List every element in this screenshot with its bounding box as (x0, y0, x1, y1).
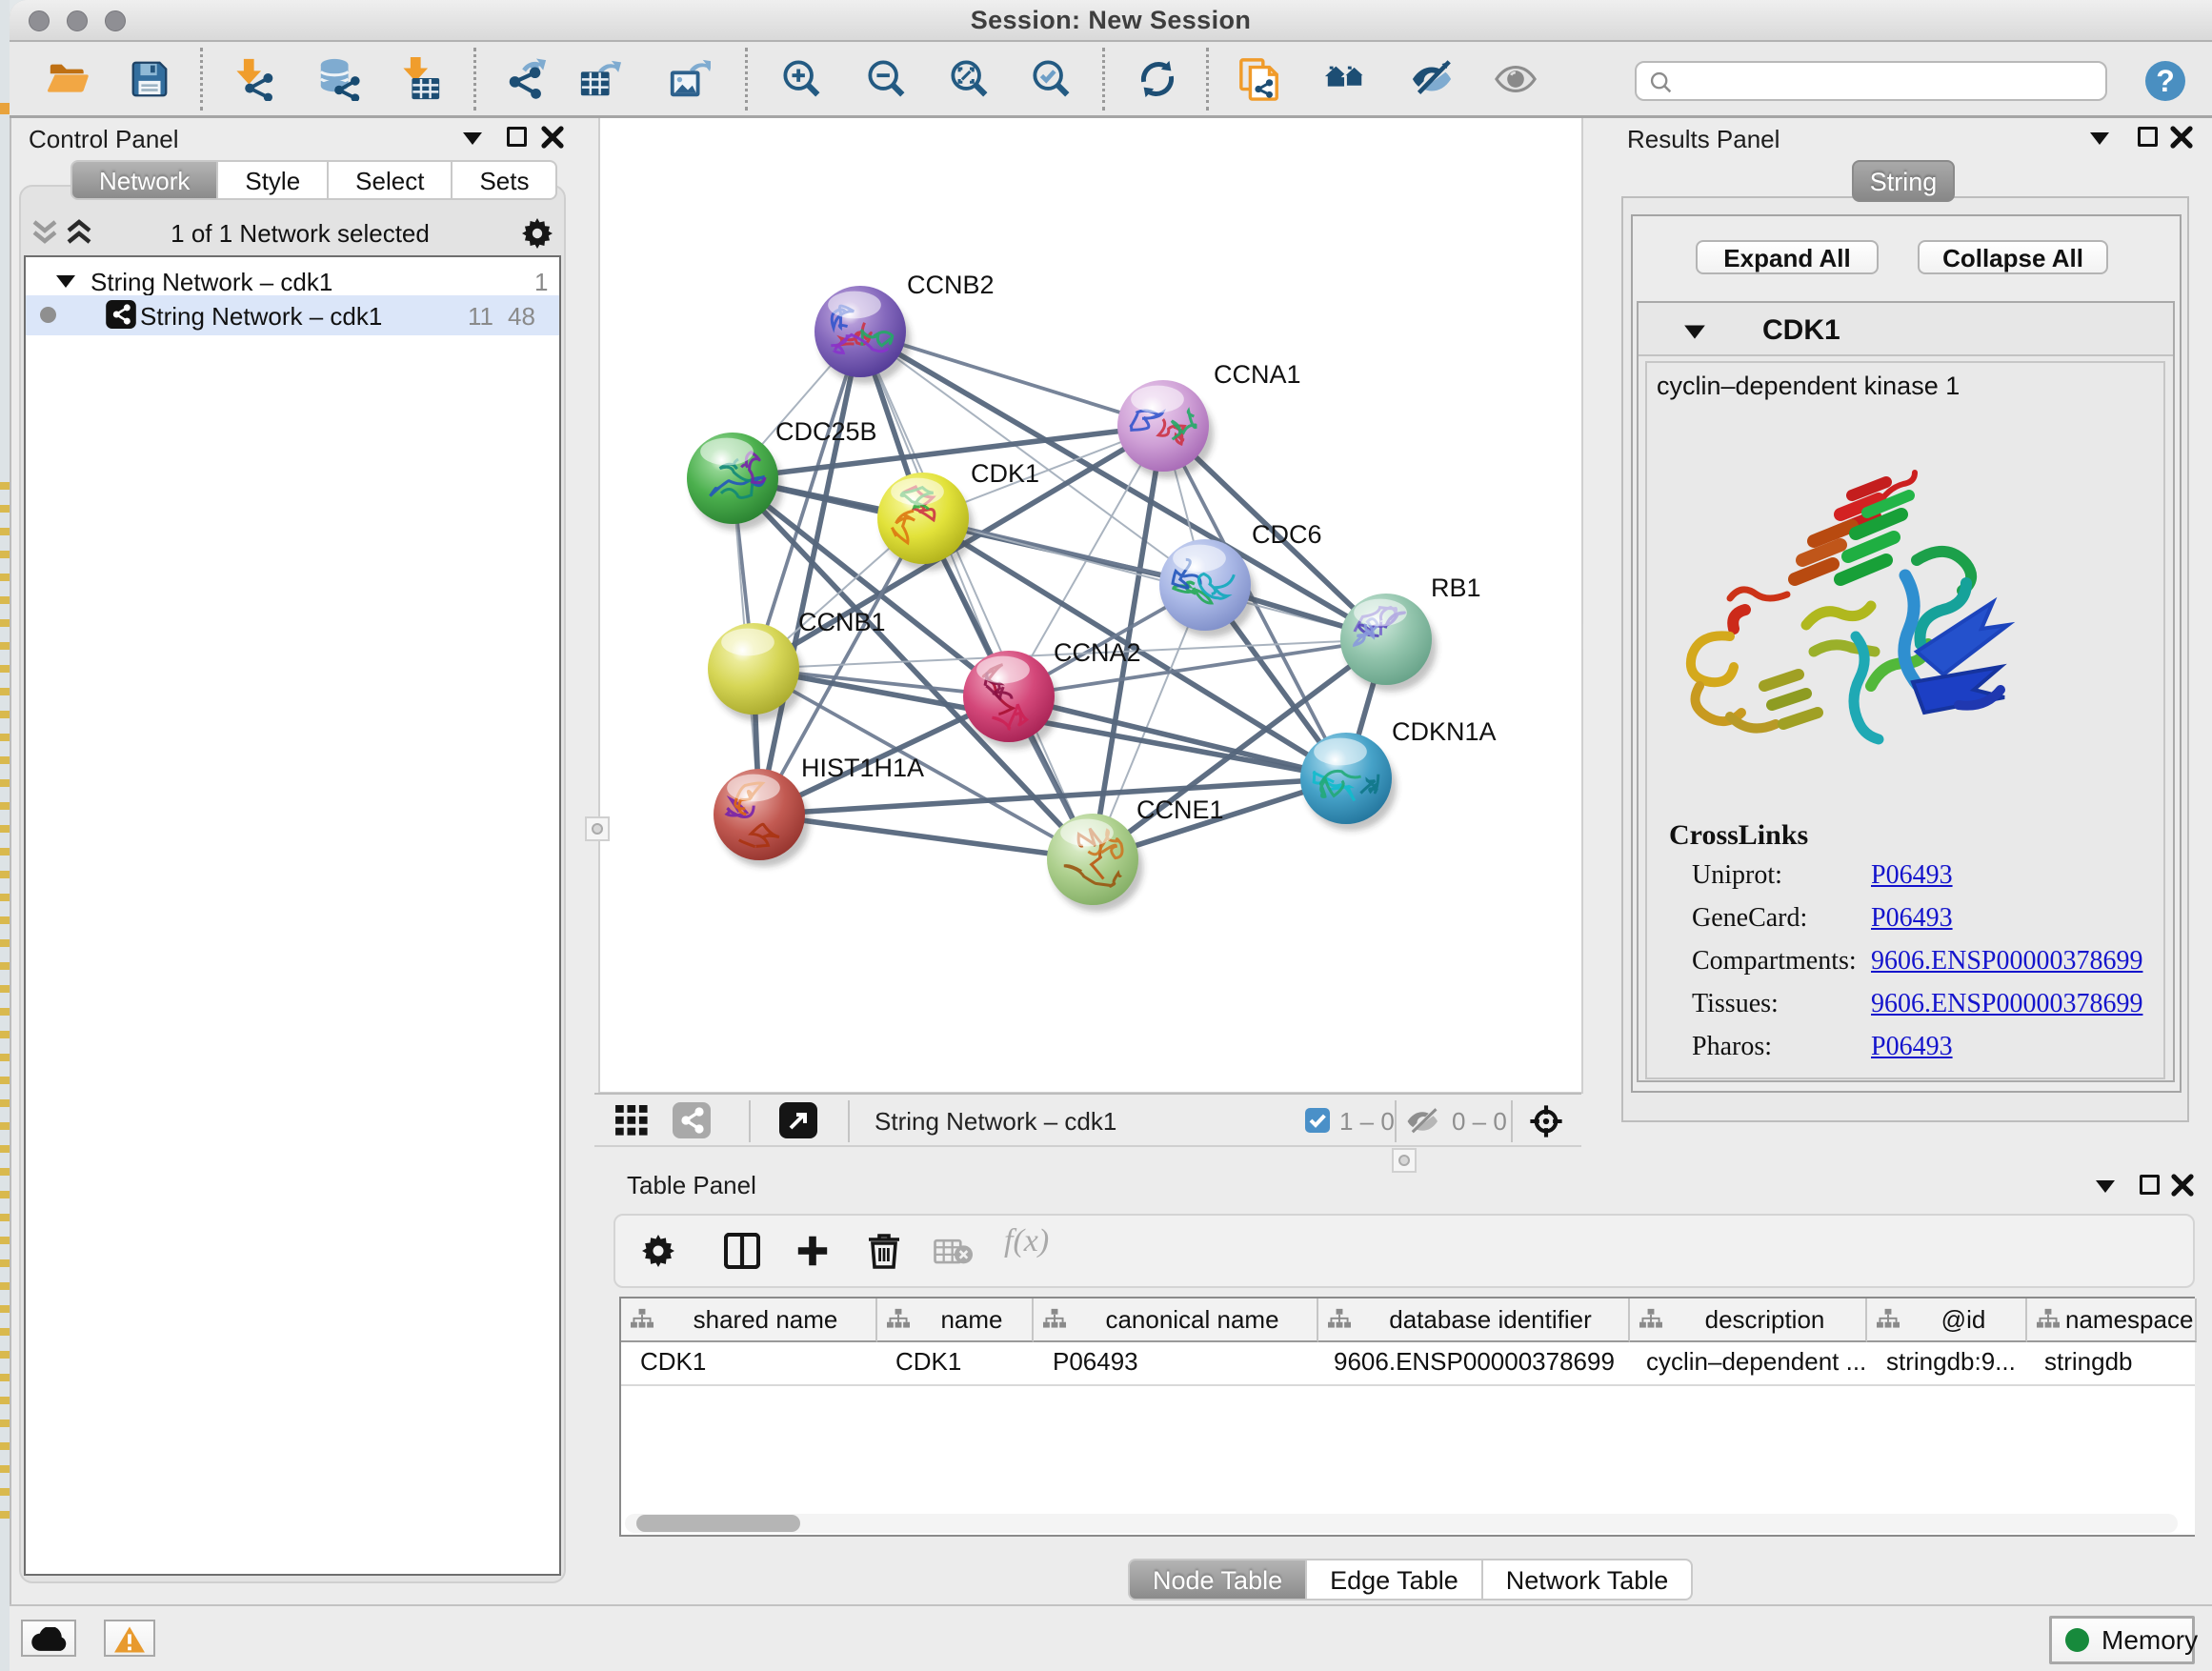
svg-text:CCNA2: CCNA2 (1054, 638, 1141, 667)
svg-text:HIST1H1A: HIST1H1A (801, 754, 924, 782)
svg-text:CCNA1: CCNA1 (1214, 360, 1301, 389)
svg-text:RB1: RB1 (1431, 574, 1481, 602)
svg-text:CDC25B: CDC25B (775, 417, 877, 446)
svg-text:CDK1: CDK1 (971, 459, 1039, 488)
svg-text:CCNB2: CCNB2 (907, 271, 995, 299)
svg-text:CDC6: CDC6 (1252, 520, 1322, 549)
svg-text:CCNE1: CCNE1 (1136, 795, 1224, 824)
svg-text:CCNB1: CCNB1 (798, 608, 886, 636)
svg-text:CDKN1A: CDKN1A (1392, 717, 1497, 746)
